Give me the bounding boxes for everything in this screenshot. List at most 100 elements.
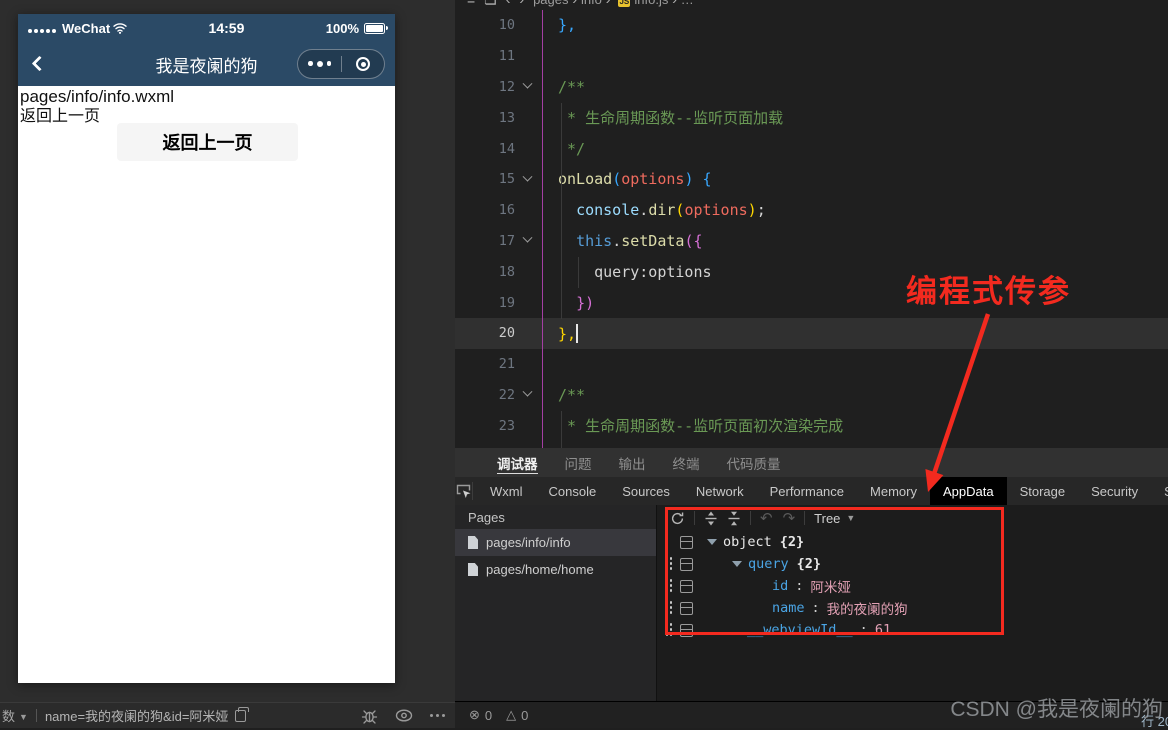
edit-node-icon[interactable] [680, 623, 693, 637]
appdata-panel: ↶ ↷ Tree ▼ object {2} query {2} id: 阿米娅 name: 我… [657, 505, 1168, 701]
code-text: }) [540, 294, 594, 312]
code-editor: ≡ ❏ ‹ › pages › info › JSinfo.js › … 10}… [455, 0, 1168, 448]
nav-forward-icon[interactable]: › [519, 0, 524, 7]
code-token: */ [558, 139, 586, 158]
nav-back-icon[interactable]: ‹ [506, 0, 511, 7]
expand-all-icon[interactable] [704, 511, 718, 526]
tree-row-query[interactable]: query {2} [657, 553, 1168, 575]
edit-node-icon[interactable] [680, 535, 693, 549]
tab-performance[interactable]: Performance [757, 477, 857, 505]
debugger-main-tabs: 调试器 问题 输出 终端 代码质量 [455, 448, 1168, 477]
code-text: onLoad(options) { [540, 170, 712, 188]
menu-icon[interactable]: ≡ [467, 0, 475, 7]
more-menu-icon[interactable] [298, 61, 341, 67]
edit-node-icon[interactable] [680, 601, 693, 615]
code-token: ( [612, 170, 622, 189]
file-icon [468, 563, 478, 576]
code-line-11[interactable]: 11 [455, 41, 1168, 72]
expand-triangle-icon[interactable] [707, 539, 717, 545]
phone-status-bar: WeChat 14:59 100% [18, 14, 395, 42]
code-line-20[interactable]: 20}, [455, 317, 1168, 349]
edit-node-icon[interactable] [680, 579, 693, 593]
code-text: * 生命周期函数--监听页面加载 [540, 107, 783, 128]
copy-icon[interactable] [235, 706, 250, 722]
code-text: }, [540, 16, 576, 34]
chevron-down-icon [522, 387, 533, 398]
edit-node-icon[interactable] [680, 557, 693, 571]
tab-sources[interactable]: Sources [609, 477, 683, 505]
tree-value: 我的夜阑的狗 [826, 602, 908, 618]
breadcrumb-item[interactable]: pages [533, 0, 568, 7]
code-line-12[interactable]: 12 /** [455, 72, 1168, 103]
indent-guide [561, 103, 562, 319]
tab-storage[interactable]: Storage [1007, 477, 1079, 505]
tab-终端[interactable]: 终端 [673, 448, 700, 477]
tab-调试器[interactable]: 调试器 [497, 448, 538, 477]
tab-代码质量[interactable]: 代码质量 [727, 448, 781, 477]
redo-icon[interactable]: ↷ [783, 509, 796, 527]
fold-chevron-icon[interactable] [515, 233, 540, 244]
tab-security[interactable]: Security [1078, 477, 1151, 505]
view-mode-select[interactable]: Tree ▼ [814, 511, 855, 526]
tab-console[interactable]: Console [536, 477, 610, 505]
fold-chevron-icon[interactable] [515, 79, 540, 90]
tab-memory[interactable]: Memory [857, 477, 930, 505]
simulator-panel: WeChat 14:59 100% 我是夜阑的狗 pages/info/info… [0, 0, 455, 728]
tree-node: query {2} [732, 556, 821, 572]
code-token: /** [558, 77, 586, 96]
code-token: setData [621, 231, 685, 250]
debug-bug-icon[interactable] [361, 708, 378, 724]
drag-handle[interactable] [665, 600, 673, 616]
page-path-text: pages/info/info.wxml [20, 87, 175, 106]
tab-wxml[interactable]: Wxml [477, 477, 536, 505]
code-line-21[interactable]: 21 [455, 349, 1168, 380]
page-list-item[interactable]: pages/home/home [455, 556, 656, 583]
eye-icon[interactable] [395, 709, 413, 722]
breadcrumb-item[interactable]: info [581, 0, 602, 7]
drag-handle[interactable] [665, 622, 673, 638]
tree-count-badge: {2} [796, 556, 822, 572]
param-dropdown-caret-icon[interactable]: ▼ [19, 712, 28, 722]
code-token: { [693, 170, 712, 189]
more-options-icon[interactable] [430, 714, 445, 717]
page-list-item[interactable]: pages/info/info [455, 529, 656, 556]
breadcrumb-item[interactable]: info.js [634, 0, 668, 7]
tree-row-__webviewId__[interactable]: __webviewId__:61 [657, 619, 1168, 641]
undo-icon[interactable]: ↶ [760, 509, 773, 527]
tab-sensor[interactable]: Sensor [1151, 477, 1168, 505]
tab-network[interactable]: Network [683, 477, 757, 505]
fold-chevron-icon[interactable] [515, 171, 540, 183]
code-line-22[interactable]: 22 /** [455, 380, 1168, 411]
expand-triangle-icon[interactable] [732, 561, 742, 567]
home-target-icon[interactable] [342, 57, 384, 71]
code-token: ; [756, 201, 766, 220]
tree-row-object[interactable]: object {2} [657, 531, 1168, 553]
line-number: 14 [498, 140, 515, 157]
capsule-buttons[interactable] [297, 49, 385, 79]
drag-handle[interactable] [665, 556, 673, 572]
line-number: 15 [498, 171, 515, 188]
tree-row-name[interactable]: name: 我的夜阑的狗 [657, 597, 1168, 619]
breadcrumb[interactable]: pages › info › JSinfo.js › … [533, 0, 694, 8]
tree-value: 61 [874, 622, 892, 638]
back-page-button[interactable]: 返回上一页 [117, 123, 298, 161]
launch-param-label[interactable]: 数 [2, 706, 15, 725]
tab-appdata[interactable]: AppData [929, 477, 1007, 505]
tree-row-id[interactable]: id: 阿米娅 [657, 575, 1168, 597]
line-number: 20 [498, 325, 515, 342]
back-chevron-icon[interactable] [31, 55, 48, 72]
code-token: { [693, 231, 703, 250]
drag-handle[interactable] [665, 578, 673, 594]
split-editor-icon[interactable]: ❏ [484, 0, 497, 8]
clock-label: 14:59 [208, 20, 245, 36]
fold-chevron-icon[interactable] [515, 387, 540, 398]
tab-输出[interactable]: 输出 [619, 448, 646, 477]
breadcrumb-item[interactable]: … [681, 0, 694, 7]
code-line-10[interactable]: 10}, [455, 10, 1168, 41]
inspect-element-button[interactable] [455, 482, 473, 500]
code-token: onLoad [558, 170, 613, 189]
line-number: 17 [498, 232, 515, 249]
tab-问题[interactable]: 问题 [565, 448, 592, 477]
refresh-icon[interactable] [670, 511, 685, 526]
collapse-all-icon[interactable] [727, 511, 741, 526]
